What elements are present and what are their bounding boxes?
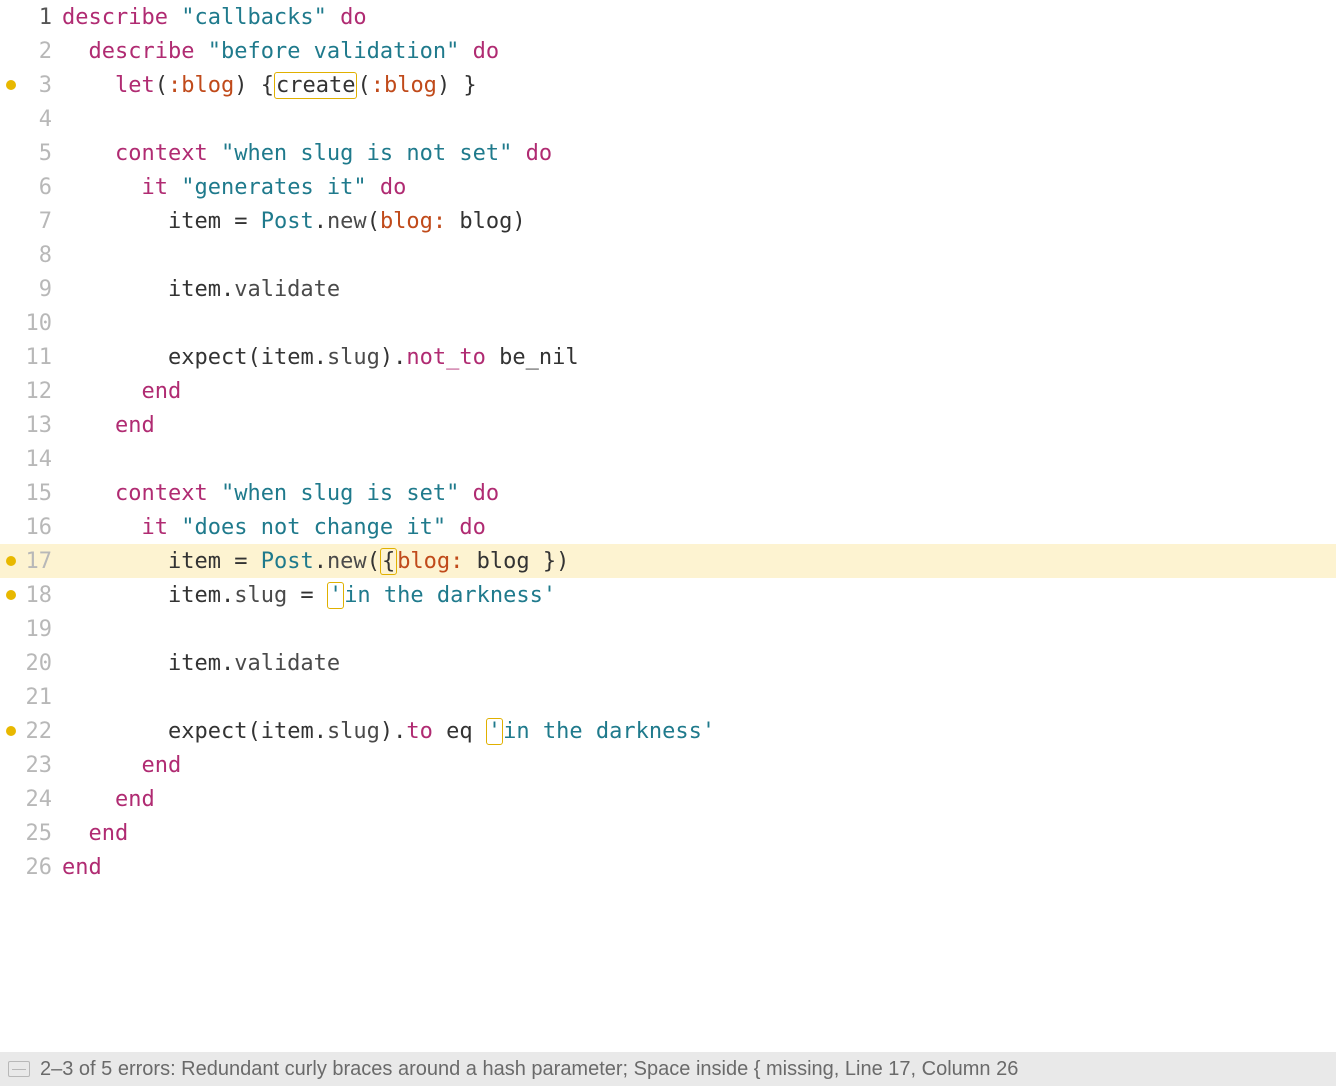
- code-text[interactable]: expect(item.slug).not_to be_nil: [62, 345, 1336, 370]
- code-text[interactable]: it "does not change it" do: [62, 515, 1336, 540]
- line-number: 8: [0, 243, 62, 268]
- lint-marker[interactable]: create: [274, 72, 357, 99]
- line-number: 15: [0, 481, 62, 506]
- line-number: 21: [0, 685, 62, 710]
- line-number: 18: [0, 583, 62, 608]
- line-number: 20: [0, 651, 62, 676]
- code-line[interactable]: 14: [0, 442, 1336, 476]
- code-line[interactable]: 3 let(:blog) {create(:blog) }: [0, 68, 1336, 102]
- line-number: 17: [0, 549, 62, 574]
- line-number: 5: [0, 141, 62, 166]
- code-line[interactable]: 23 end: [0, 748, 1336, 782]
- warning-dot-icon: [6, 590, 16, 600]
- line-number: 9: [0, 277, 62, 302]
- line-number: 1: [0, 5, 62, 30]
- line-number: 23: [0, 753, 62, 778]
- code-line[interactable]: 6 it "generates it" do: [0, 170, 1336, 204]
- code-text[interactable]: it "generates it" do: [62, 175, 1336, 200]
- code-text[interactable]: item.validate: [62, 651, 1336, 676]
- code-line[interactable]: 11 expect(item.slug).not_to be_nil: [0, 340, 1336, 374]
- line-number: 2: [0, 39, 62, 64]
- code-text[interactable]: describe "callbacks" do: [62, 5, 1336, 30]
- code-line[interactable]: 18 item.slug = 'in the darkness': [0, 578, 1336, 612]
- code-line[interactable]: 17 item = Post.new({blog: blog }): [0, 544, 1336, 578]
- code-text[interactable]: expect(item.slug).to eq 'in the darkness…: [62, 719, 1336, 744]
- line-number: 11: [0, 345, 62, 370]
- line-number: 7: [0, 209, 62, 234]
- code-text[interactable]: context "when slug is not set" do: [62, 141, 1336, 166]
- code-text[interactable]: end: [62, 787, 1336, 812]
- line-number: 22: [0, 719, 62, 744]
- code-text[interactable]: end: [62, 753, 1336, 778]
- code-text[interactable]: end: [62, 379, 1336, 404]
- code-text[interactable]: item.slug = 'in the darkness': [62, 583, 1336, 608]
- line-number: 4: [0, 107, 62, 132]
- line-number: 10: [0, 311, 62, 336]
- code-line[interactable]: 13 end: [0, 408, 1336, 442]
- line-number: 12: [0, 379, 62, 404]
- line-number: 24: [0, 787, 62, 812]
- code-line[interactable]: 21: [0, 680, 1336, 714]
- line-number: 6: [0, 175, 62, 200]
- warning-dot-icon: [6, 80, 16, 90]
- panel-icon[interactable]: [8, 1061, 30, 1077]
- code-line[interactable]: 7 item = Post.new(blog: blog): [0, 204, 1336, 238]
- code-text[interactable]: end: [62, 413, 1336, 438]
- code-text[interactable]: let(:blog) {create(:blog) }: [62, 73, 1336, 98]
- line-number: 13: [0, 413, 62, 438]
- code-text[interactable]: item = Post.new(blog: blog): [62, 209, 1336, 234]
- code-area[interactable]: 1 describe "callbacks" do 2 describe "be…: [0, 0, 1336, 1052]
- warning-dot-icon: [6, 556, 16, 566]
- code-line[interactable]: 4: [0, 102, 1336, 136]
- status-bar[interactable]: 2–3 of 5 errors: Redundant curly braces …: [0, 1052, 1336, 1086]
- lint-marker[interactable]: {: [380, 548, 397, 575]
- lint-marker[interactable]: ': [486, 718, 503, 745]
- code-text[interactable]: item.validate: [62, 277, 1336, 302]
- code-line[interactable]: 2 describe "before validation" do: [0, 34, 1336, 68]
- code-line[interactable]: 26 end: [0, 850, 1336, 884]
- code-editor: 1 describe "callbacks" do 2 describe "be…: [0, 0, 1336, 1086]
- code-line[interactable]: 19: [0, 612, 1336, 646]
- code-line[interactable]: 24 end: [0, 782, 1336, 816]
- code-line[interactable]: 10: [0, 306, 1336, 340]
- line-number: 3: [0, 73, 62, 98]
- line-number: 25: [0, 821, 62, 846]
- warning-dot-icon: [6, 726, 16, 736]
- line-number: 16: [0, 515, 62, 540]
- code-text[interactable]: item = Post.new({blog: blog }): [62, 549, 1336, 574]
- code-text[interactable]: end: [62, 855, 1336, 880]
- code-line[interactable]: 1 describe "callbacks" do: [0, 0, 1336, 34]
- code-line[interactable]: 25 end: [0, 816, 1336, 850]
- code-line[interactable]: 12 end: [0, 374, 1336, 408]
- status-text: 2–3 of 5 errors: Redundant curly braces …: [40, 1058, 1018, 1081]
- lint-marker[interactable]: ': [327, 582, 344, 609]
- code-line[interactable]: 9 item.validate: [0, 272, 1336, 306]
- code-text[interactable]: end: [62, 821, 1336, 846]
- code-line[interactable]: 8: [0, 238, 1336, 272]
- code-line[interactable]: 22 expect(item.slug).to eq 'in the darkn…: [0, 714, 1336, 748]
- code-line[interactable]: 16 it "does not change it" do: [0, 510, 1336, 544]
- code-line[interactable]: 20 item.validate: [0, 646, 1336, 680]
- code-line[interactable]: 15 context "when slug is set" do: [0, 476, 1336, 510]
- line-number: 26: [0, 855, 62, 880]
- code-line[interactable]: 5 context "when slug is not set" do: [0, 136, 1336, 170]
- line-number: 14: [0, 447, 62, 472]
- code-text[interactable]: context "when slug is set" do: [62, 481, 1336, 506]
- line-number: 19: [0, 617, 62, 642]
- code-text[interactable]: describe "before validation" do: [62, 39, 1336, 64]
